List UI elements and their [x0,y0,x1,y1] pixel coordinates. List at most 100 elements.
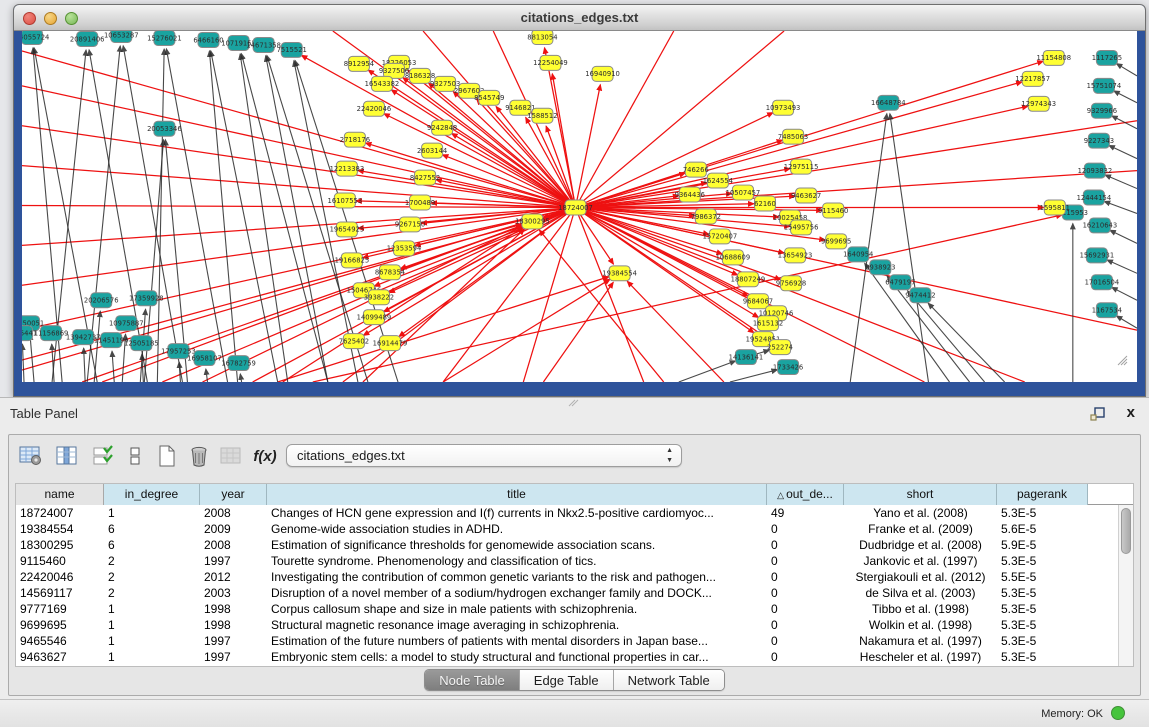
column-header-short[interactable]: short [844,484,997,505]
cell-out_de[interactable]: 0 [767,521,844,537]
cell-year[interactable]: 1997 [200,649,267,665]
cell-name[interactable]: 9115460 [16,553,104,569]
cell-pagerank[interactable]: 5.3E-5 [997,585,1088,601]
delete-table-button[interactable] [185,442,213,470]
cell-pagerank[interactable]: 5.3E-5 [997,601,1088,617]
graph-node-10653287[interactable]: 10653287 [104,31,139,42]
graph-node-16940910[interactable]: 16940910 [585,66,620,81]
cell-in_degree[interactable]: 1 [104,617,200,633]
cell-name[interactable]: 22420046 [16,569,104,585]
graph-node-1700489[interactable]: 1700489 [405,195,435,210]
rows-button[interactable] [121,442,149,470]
graph-node-12217857[interactable]: 12217857 [1015,71,1050,86]
graph-node-9756928[interactable]: 9756928 [776,276,806,291]
graph-node-16782759[interactable]: 16782759 [221,356,256,371]
cell-short[interactable]: Franke et al. (2009) [844,521,997,537]
cell-title[interactable]: Corpus callosum shape and size in male p… [267,601,767,617]
cell-title[interactable]: Investigating the contribution of common… [267,569,767,585]
graph-node-7515521[interactable]: 7515521 [277,42,307,57]
cell-title[interactable]: Estimation of significance thresholds fo… [267,537,767,553]
cell-in_degree[interactable]: 2 [104,553,200,569]
graph-node-20206576[interactable]: 20206576 [84,293,119,308]
graph-node-8545749[interactable]: 8545749 [474,90,504,105]
cell-name[interactable]: 18300295 [16,537,104,553]
cell-short[interactable]: Stergiakouli et al. (2012) [844,569,997,585]
graph-node-16107553[interactable]: 16107553 [328,193,363,208]
scrollbar-thumb[interactable] [1121,508,1131,554]
graph-node-746266[interactable]: 746266 [683,162,709,177]
cell-short[interactable]: Nakamura et al. (1997) [844,633,997,649]
cell-year[interactable]: 2008 [200,537,267,553]
graph-node-1588512[interactable]: 1588512 [527,108,557,123]
graph-node-2603144[interactable]: 2603144 [417,143,447,158]
cell-out_de[interactable]: 0 [767,617,844,633]
cell-name[interactable]: 18724007 [16,505,104,521]
cell-pagerank[interactable]: 5.6E-5 [997,521,1088,537]
table-settings-button[interactable] [17,442,45,470]
vertical-scrollbar[interactable] [1118,505,1133,666]
cell-pagerank[interactable]: 5.9E-5 [997,537,1088,553]
cell-title[interactable]: Genome-wide association studies in ADHD. [267,521,767,537]
table-row[interactable]: 946362711997Embryonic stem cells: a mode… [16,649,1133,665]
graph-node-1733426[interactable]: 1733426 [773,360,803,375]
cell-in_degree[interactable]: 1 [104,633,200,649]
cell-in_degree[interactable]: 1 [104,649,200,665]
graph-node-12254049[interactable]: 12254049 [533,55,568,70]
cell-year[interactable]: 2003 [200,585,267,601]
graph-node-14136141[interactable]: 14136141 [729,350,764,365]
cell-out_de[interactable]: 0 [767,537,844,553]
cell-title[interactable]: Embryonic stem cells: a model to study s… [267,649,767,665]
graph-node-14055724[interactable]: 14055724 [22,31,49,44]
graph-node-12213383[interactable]: 12213383 [330,161,365,176]
cell-short[interactable]: de Silva et al. (2003) [844,585,997,601]
graph-node-16210643[interactable]: 16210643 [1083,218,1118,233]
graph-node-7485063[interactable]: 7485063 [778,129,808,144]
cell-short[interactable]: Dudbridge et al. (2008) [844,537,997,553]
cell-out_de[interactable]: 0 [767,553,844,569]
cell-title[interactable]: Estimation of the future numbers of pati… [267,633,767,649]
graph-node-22420046[interactable]: 22420046 [357,101,392,116]
network-canvas[interactable]: 1405572420891406106532871527602164661601… [22,31,1137,382]
tab-network-table[interactable]: Network Table [614,670,724,690]
graph-node-15276021[interactable]: 15276021 [147,31,182,45]
graph-node-6466160[interactable]: 6466160 [193,32,223,47]
graph-node-10688609[interactable]: 10688609 [716,250,751,265]
cell-year[interactable]: 2012 [200,569,267,585]
graph-node-6479197[interactable]: 6479197 [885,275,915,290]
cell-short[interactable]: Hescheler et al. (1997) [844,649,997,665]
graph-node-12974343[interactable]: 12974343 [1021,96,1056,111]
graph-node-9329966[interactable]: 9329966 [1087,103,1117,118]
new-document-button[interactable] [153,442,181,470]
float-panel-icon[interactable] [1090,406,1107,422]
cell-in_degree[interactable]: 2 [104,585,200,601]
table-row[interactable]: 1872400712008Changes of HCN gene express… [16,505,1133,521]
graph-node-12975115[interactable]: 12975115 [784,159,819,174]
split-pane-grabber-icon[interactable] [568,399,580,407]
graph-node-11154808[interactable]: 11154808 [1036,50,1071,65]
tab-node-table[interactable]: Node Table [425,670,520,690]
cell-in_degree[interactable]: 6 [104,521,200,537]
graph-node-1624554[interactable]: 1624554 [703,173,733,188]
cell-title[interactable]: Changes of HCN gene expression and I(f) … [267,505,767,521]
cell-year[interactable]: 1998 [200,601,267,617]
graph-node-19384554[interactable]: 19384554 [602,266,637,281]
graph-node-19166825[interactable]: 19166825 [335,253,370,268]
cell-year[interactable]: 1997 [200,553,267,569]
cell-year[interactable]: 2008 [200,505,267,521]
cell-out_de[interactable]: 0 [767,649,844,665]
cell-title[interactable]: Structural magnetic resonance image aver… [267,617,767,633]
graph-node-7986372[interactable]: 7986372 [691,209,721,224]
graph-node-9115460[interactable]: 9115460 [818,203,848,218]
column-header-name[interactable]: name [16,484,104,505]
graph-node-9227343[interactable]: 9227343 [1084,133,1114,148]
table-body[interactable]: 18724007 1 2008Changes of HCN gene express… [16,505,1133,665]
cell-name[interactable]: 9463627 [16,649,104,665]
graph-node-8912954[interactable]: 8912954 [344,56,374,71]
cell-out_de[interactable]: 0 [767,601,844,617]
graph-node-9364436[interactable]: 9364436 [675,187,705,202]
cell-title[interactable]: Tourette syndrome. Phenomenology and cla… [267,553,767,569]
graph-node-9699695[interactable]: 9699695 [821,234,851,249]
cell-short[interactable]: Tibbo et al. (1998) [844,601,997,617]
graph-node-252274[interactable]: 252274 [767,340,793,355]
cell-out_de[interactable]: 0 [767,569,844,585]
